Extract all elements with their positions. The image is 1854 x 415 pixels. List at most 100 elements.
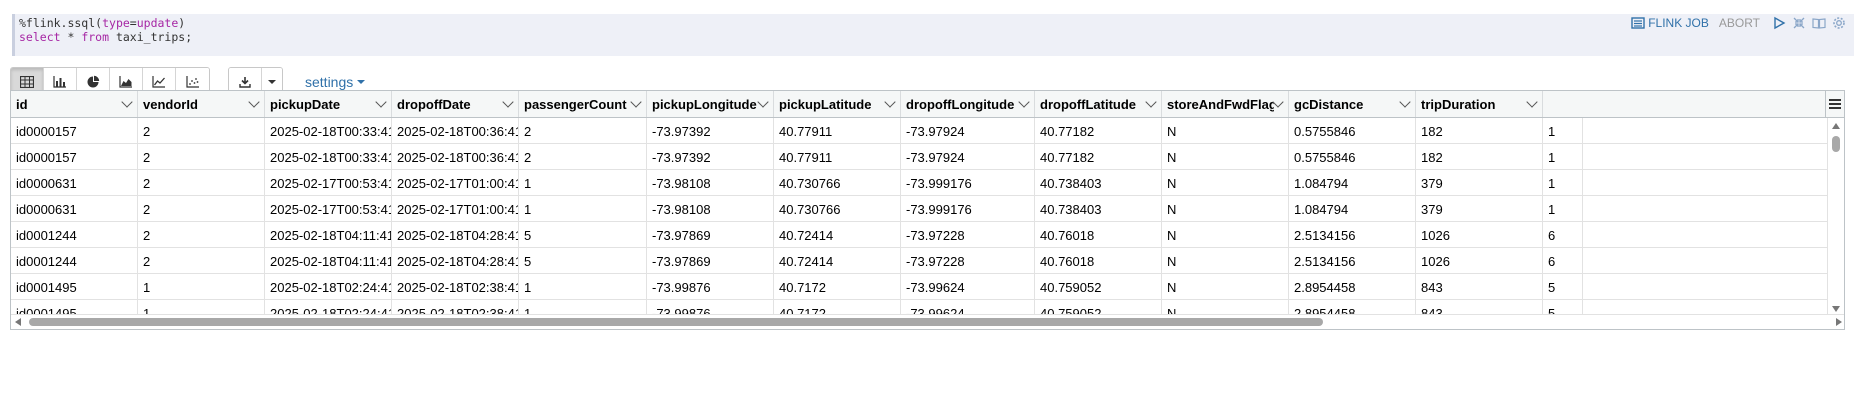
table-cell: 40.730766 <box>774 170 901 196</box>
column-header-label: dropoffLatitude <box>1040 96 1137 112</box>
table-row[interactable]: id0000631 2 2025-02-17T00:53:41 2025-02-17T… <box>11 196 1844 222</box>
gear-icon[interactable] <box>1832 16 1846 30</box>
chevron-down-icon[interactable] <box>502 96 514 108</box>
column-header[interactable]: pickupDate <box>265 91 392 117</box>
book-icon[interactable] <box>1812 16 1826 30</box>
code-interpreter: %flink.ssql( <box>19 16 103 30</box>
code-param-value: update <box>136 16 179 30</box>
column-menu-button[interactable] <box>1825 91 1844 117</box>
settings-dropdown[interactable]: settings <box>305 74 366 90</box>
table-cell: -73.99876 <box>647 274 774 300</box>
column-header[interactable]: gcDistance <box>1289 91 1416 117</box>
table-cell: 2025-02-17T01:00:41 <box>392 196 519 222</box>
table-cell: -73.98108 <box>647 196 774 222</box>
run-icon[interactable] <box>1772 16 1786 30</box>
table-row[interactable]: id0001495 1 2025-02-18T02:24:41 2025-02-18T… <box>11 274 1844 300</box>
table-cell: id0001495 <box>11 274 138 300</box>
scatter-chart-icon <box>185 76 199 88</box>
scroll-down-icon[interactable] <box>1832 306 1840 312</box>
collapse-icon[interactable] <box>1792 16 1806 30</box>
column-header-label: gcDistance <box>1294 96 1364 112</box>
table-cell: 1.084794 <box>1289 170 1416 196</box>
table-row[interactable]: id0000157 2 2025-02-18T00:33:41 2025-02-18T… <box>11 144 1844 170</box>
table-cell: 2 <box>138 118 265 144</box>
scroll-up-icon[interactable] <box>1832 123 1840 129</box>
table-cell: id0000157 <box>11 118 138 144</box>
horizontal-scrollbar[interactable] <box>11 314 1844 329</box>
column-header-label: storeAndFwdFlag <box>1167 96 1274 112</box>
table-cell: 5 <box>1543 274 1583 300</box>
table-cell: id0000157 <box>11 144 138 170</box>
table-cell: 2025-02-17T00:53:41 <box>265 170 392 196</box>
chevron-down-icon[interactable] <box>1526 96 1538 108</box>
scroll-left-icon[interactable] <box>15 318 21 326</box>
abort-button[interactable]: ABORT <box>1719 16 1760 30</box>
column-header[interactable]: id <box>11 91 138 117</box>
chevron-down-icon[interactable] <box>630 96 642 108</box>
table-cell: N <box>1162 248 1289 274</box>
flink-job-link[interactable]: FLINK JOB <box>1631 16 1709 30</box>
table-cell: -73.97228 <box>901 248 1035 274</box>
table-cell: N <box>1162 274 1289 300</box>
table-cell: 1 <box>1543 144 1583 170</box>
chevron-down-icon[interactable] <box>757 96 769 108</box>
flink-job-label: FLINK JOB <box>1648 16 1709 30</box>
table-cell: -73.97924 <box>901 118 1035 144</box>
table-cell: -73.999176 <box>901 170 1035 196</box>
chevron-down-icon[interactable] <box>375 96 387 108</box>
table-cell: 2.5134156 <box>1289 248 1416 274</box>
table-row[interactable]: id0001244 2 2025-02-18T04:11:41 2025-02-18T… <box>11 248 1844 274</box>
table-cell: -73.999176 <box>901 196 1035 222</box>
vertical-scrollbar[interactable] <box>1827 118 1844 315</box>
code-eq: = <box>129 16 137 30</box>
horizontal-scroll-thumb[interactable] <box>29 318 1323 326</box>
column-header[interactable]: passengerCount <box>519 91 647 117</box>
chevron-down-icon[interactable] <box>1272 96 1284 108</box>
table-row[interactable]: id0001244 2 2025-02-18T04:11:41 2025-02-18T… <box>11 222 1844 248</box>
code-editor[interactable]: %flink.ssql(type=update) select * from t… <box>12 14 1854 56</box>
chevron-down-icon[interactable] <box>1399 96 1411 108</box>
table-cell: N <box>1162 196 1289 222</box>
table-cell: 843 <box>1416 274 1543 300</box>
table-cell: 40.7172 <box>774 274 901 300</box>
chevron-down-icon[interactable] <box>121 96 133 108</box>
column-header[interactable]: pickupLongitude <box>647 91 774 117</box>
table-cell: 2 <box>519 144 647 170</box>
chevron-down-icon[interactable] <box>1145 96 1157 108</box>
code-keyword-select: select <box>19 30 61 44</box>
chevron-down-icon[interactable] <box>248 96 260 108</box>
table-cell: N <box>1162 118 1289 144</box>
table-body: id0000157 2 2025-02-18T00:33:41 2025-02-18T… <box>11 118 1844 326</box>
column-header-label: passengerCount <box>524 96 627 112</box>
table-cell: 40.72414 <box>774 248 901 274</box>
column-header[interactable]: dropoffLatitude <box>1035 91 1162 117</box>
table-cell: 5 <box>519 248 647 274</box>
table-cell: 379 <box>1416 170 1543 196</box>
table-row[interactable]: id0000631 2 2025-02-17T00:53:41 2025-02-17T… <box>11 170 1844 196</box>
table-cell: 40.77911 <box>774 118 901 144</box>
column-header-label: dropoffLongitude <box>906 96 1015 112</box>
table-cell: 182 <box>1416 144 1543 170</box>
column-header[interactable]: dropoffDate <box>392 91 519 117</box>
chevron-down-icon[interactable] <box>884 96 896 108</box>
column-header[interactable]: vendorId <box>138 91 265 117</box>
table-row[interactable]: id0000157 2 2025-02-18T00:33:41 2025-02-18T… <box>11 118 1844 144</box>
table-icon <box>20 76 34 88</box>
column-header-label: pickupLatitude <box>779 96 872 112</box>
column-header[interactable]: storeAndFwdFlag <box>1162 91 1289 117</box>
code-line-1: %flink.ssql(type=update) <box>19 16 1854 30</box>
table-cell: 2025-02-18T02:38:41 <box>392 274 519 300</box>
table-cell: id0000631 <box>11 196 138 222</box>
table-cell: 40.76018 <box>1035 222 1162 248</box>
table-cell: 6 <box>1543 222 1583 248</box>
column-header[interactable]: pickupLatitude <box>774 91 901 117</box>
column-header-label: tripDuration <box>1421 96 1496 112</box>
column-header[interactable]: tripDuration <box>1416 91 1543 117</box>
results-table[interactable]: id vendorId pickupDate dropoffDate passenger… <box>10 90 1845 330</box>
table-cell: 40.759052 <box>1035 274 1162 300</box>
scroll-right-icon[interactable] <box>1836 318 1842 326</box>
table-cell: 40.77182 <box>1035 144 1162 170</box>
column-header[interactable]: dropoffLongitude <box>901 91 1035 117</box>
vertical-scroll-thumb[interactable] <box>1832 136 1840 152</box>
chevron-down-icon[interactable] <box>1018 96 1030 108</box>
